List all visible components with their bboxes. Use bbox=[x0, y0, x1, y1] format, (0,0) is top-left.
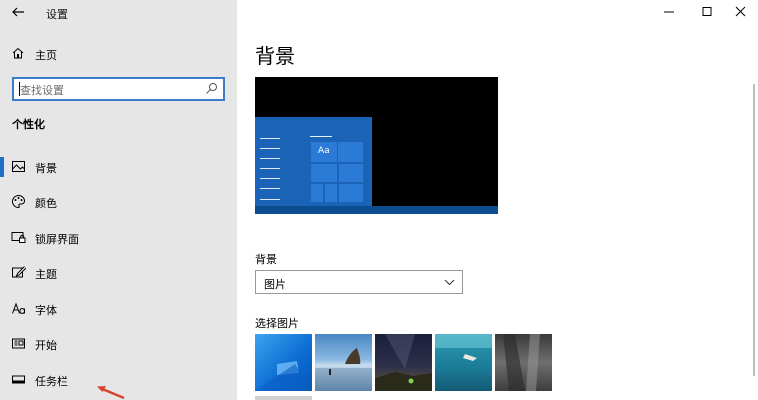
section-title: 个性化 bbox=[12, 118, 45, 131]
sidebar-item-label: 开始 bbox=[35, 339, 57, 352]
sidebar-item-label: 颜色 bbox=[35, 197, 57, 210]
chevron-down-icon bbox=[444, 279, 455, 286]
close-icon[interactable] bbox=[722, 0, 758, 24]
start-icon bbox=[12, 338, 25, 349]
preview-start-menu: Aa bbox=[255, 117, 372, 206]
sidebar-item-label: 任务栏 bbox=[35, 375, 68, 388]
search-input[interactable]: 查找设置 bbox=[12, 77, 225, 101]
thumbnail-windows-wallpaper[interactable] bbox=[255, 334, 312, 391]
sidebar: 设置 主页 查找设置 个性化 背景 颜色 锁屏界面 主题 字体 开始 任务栏 bbox=[0, 0, 237, 400]
page-title: 背景 bbox=[255, 44, 295, 68]
search-icon[interactable] bbox=[205, 82, 218, 95]
home-nav-item[interactable]: 主页 bbox=[0, 44, 237, 64]
sidebar-item-start[interactable]: 开始 bbox=[0, 331, 237, 357]
theme-brush-icon bbox=[12, 266, 26, 278]
palette-icon bbox=[12, 194, 26, 209]
preview-taskbar bbox=[255, 206, 498, 214]
home-icon bbox=[12, 47, 24, 59]
background-label: 背景 bbox=[255, 253, 277, 266]
preview-tiles: Aa bbox=[310, 137, 364, 206]
lock-screen-icon bbox=[11, 232, 26, 243]
search-placeholder: 查找设置 bbox=[20, 84, 64, 97]
sidebar-item-label: 锁屏界面 bbox=[35, 233, 79, 246]
background-type-dropdown[interactable]: 图片 bbox=[255, 270, 463, 294]
thumbnail-night-sky[interactable] bbox=[375, 334, 432, 391]
preview-menu-lines bbox=[260, 117, 282, 206]
preview-tile-text: Aa bbox=[318, 146, 330, 156]
thumbnail-underwater-swimmer[interactable] bbox=[435, 334, 492, 391]
home-label: 主页 bbox=[35, 49, 57, 62]
main-content: 背景 Aa 背景 图片 选择图片 bbox=[237, 0, 758, 400]
taskbar-icon bbox=[12, 375, 25, 384]
thumbnail-scroll-indicator bbox=[255, 396, 312, 400]
maximize-icon[interactable] bbox=[689, 0, 725, 24]
sidebar-item-label: 背景 bbox=[35, 162, 57, 175]
choose-picture-label: 选择图片 bbox=[255, 317, 299, 330]
desktop-preview: Aa bbox=[255, 77, 498, 214]
sidebar-item-label: 字体 bbox=[35, 304, 57, 317]
sidebar-item-fonts[interactable]: 字体 bbox=[0, 296, 237, 322]
picture-thumbnails bbox=[255, 334, 552, 391]
thumbnail-rock-wall[interactable] bbox=[495, 334, 552, 391]
sidebar-item-themes[interactable]: 主题 bbox=[0, 260, 237, 286]
sidebar-item-label: 主题 bbox=[35, 268, 57, 281]
sidebar-item-colors[interactable]: 颜色 bbox=[0, 189, 237, 215]
thumbnail-beach-rock[interactable] bbox=[315, 334, 372, 391]
minimize-icon[interactable] bbox=[651, 0, 687, 24]
annotation-arrow-icon bbox=[97, 386, 125, 400]
title-bar: 设置 bbox=[0, 0, 237, 26]
app-title: 设置 bbox=[46, 8, 68, 21]
sidebar-item-background[interactable]: 背景 bbox=[0, 154, 237, 180]
back-arrow-icon[interactable] bbox=[10, 4, 26, 20]
scrollbar[interactable] bbox=[753, 84, 755, 376]
picture-icon bbox=[12, 161, 25, 172]
dropdown-value: 图片 bbox=[264, 278, 286, 291]
font-icon bbox=[12, 302, 25, 314]
sidebar-item-lock-screen[interactable]: 锁屏界面 bbox=[0, 225, 237, 251]
